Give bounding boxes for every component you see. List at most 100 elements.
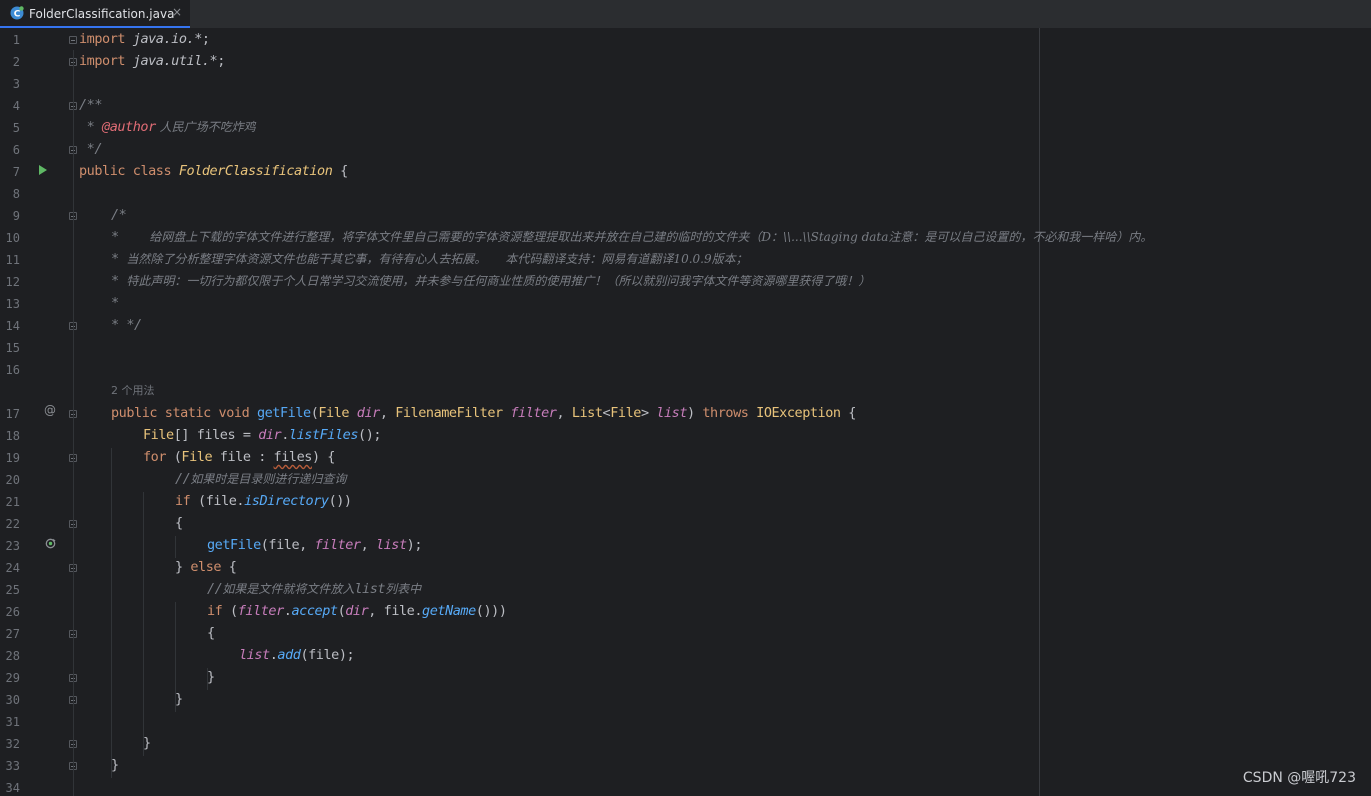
- parameter: dir: [258, 427, 282, 443]
- code-text: (file,: [260, 537, 315, 553]
- code-line-22: {: [175, 515, 183, 531]
- line-number: 6: [12, 143, 20, 157]
- code-editor[interactable]: 1 2 3 4 5 6 7 8 9 10 11 12 13 14 15 16 1…: [0, 28, 1371, 796]
- line-number: 29: [5, 671, 20, 685]
- code-text: file :: [212, 449, 274, 465]
- code-line-32: }: [143, 735, 151, 751]
- code-line-6: */: [79, 141, 103, 157]
- line-number: 13: [5, 297, 20, 311]
- line-number: 18: [5, 429, 20, 443]
- implementation-marker-icon[interactable]: @: [44, 403, 56, 417]
- code-line-29: }: [207, 669, 215, 685]
- csdn-watermark: CSDN @喔吼723: [1242, 770, 1356, 786]
- line-number: 22: [5, 517, 20, 531]
- line-number: 28: [5, 649, 20, 663]
- svg-text:C: C: [14, 10, 21, 20]
- line-number: 33: [5, 759, 20, 773]
- comment-text: 当然除了分析整理字体资源文件也能干其它事，有待有心人去拓展。 本代码翻译支持：网…: [126, 252, 748, 266]
- code-line-21: if (file.isDirectory()): [175, 490, 352, 512]
- run-icon[interactable]: [39, 165, 47, 175]
- indent-guide: [73, 50, 74, 796]
- type-name: File: [181, 449, 213, 465]
- code-line-28: list.add(file);: [239, 644, 355, 666]
- code-line-19: for (File file : files) {: [143, 446, 335, 468]
- comment-text: 如果是文件就将文件放入: [222, 582, 355, 596]
- usage-hint[interactable]: 2 个用法: [111, 380, 155, 402]
- code-line-30: }: [175, 691, 183, 707]
- keyword: static: [164, 405, 212, 421]
- code-line-12: * 特此声明：一切行为都仅限于个人日常学习交流使用，并未参与任何商业性质的使用推…: [111, 270, 870, 292]
- comment-star: *: [111, 229, 150, 245]
- editor-tab-bar: C FolderClassification.java ×: [0, 0, 1371, 28]
- code-text: (file);: [300, 647, 355, 663]
- line-number: 8: [12, 187, 20, 201]
- semicolon: ;: [201, 31, 210, 47]
- line-number: 20: [5, 473, 20, 487]
- code-line-23: getFile(file, filter, list);: [207, 534, 422, 556]
- line-number: 15: [5, 341, 20, 355]
- method-call: isDirectory: [244, 493, 329, 509]
- parameter: dir: [356, 405, 380, 421]
- line-number: 31: [5, 715, 20, 729]
- line-number: 30: [5, 693, 20, 707]
- parameter: list: [656, 405, 688, 421]
- code-line-7: public class FolderClassification {: [79, 160, 348, 182]
- keyword: throws: [702, 405, 749, 421]
- warning-highlight[interactable]: files: [274, 449, 313, 465]
- code-text: (: [222, 603, 238, 619]
- line-number: 14: [5, 319, 20, 333]
- code-text: (: [166, 449, 182, 465]
- code-text: }: [175, 559, 191, 575]
- parameter: filter: [314, 537, 362, 553]
- line-number: 19: [5, 451, 20, 465]
- comment-text: 如果时是目录则进行递归查询: [190, 472, 347, 486]
- type-name: FilenameFilter: [395, 405, 503, 421]
- code-line-2: import java.util.*;: [79, 50, 225, 72]
- line-number: 26: [5, 605, 20, 619]
- code-line-11: * 当然除了分析整理字体资源文件也能干其它事，有待有心人去拓展。 本代码翻译支持…: [111, 248, 748, 270]
- right-margin-guide: [1039, 28, 1040, 796]
- code-text: {: [221, 559, 237, 575]
- keyword: if: [175, 493, 191, 509]
- code-line-10: * 给网盘上下载的字体文件进行整理，将字体文件里自己需要的字体资源整理提取出来并…: [111, 226, 1152, 248]
- line-number: 7: [12, 165, 20, 179]
- package-name: java.io.: [132, 31, 195, 47]
- line-number: 17: [5, 407, 20, 421]
- close-icon[interactable]: ×: [172, 5, 182, 19]
- tab-folderclassification-java[interactable]: C FolderClassification.java ×: [0, 0, 190, 28]
- code-text: );: [406, 537, 423, 553]
- code-text: ) {: [311, 449, 335, 465]
- method-call: accept: [291, 603, 338, 619]
- code-text: [] files =: [173, 427, 259, 443]
- fold-marker[interactable]: [69, 36, 77, 44]
- line-number: 27: [5, 627, 20, 641]
- indent-guide: [175, 536, 176, 558]
- class-name: FolderClassification: [178, 163, 333, 179]
- comment-slashes: //: [175, 471, 191, 487]
- keyword: void: [218, 405, 250, 421]
- semicolon: ;: [217, 53, 225, 69]
- code-text: .: [281, 427, 289, 443]
- javadoc-tag: @author: [102, 119, 156, 135]
- indent-guide: [143, 492, 144, 756]
- indent-guide: [111, 448, 112, 778]
- line-number: 23: [5, 539, 20, 553]
- recursion-icon[interactable]: [45, 538, 56, 549]
- keyword: if: [207, 603, 223, 619]
- code-line-25: //如果是文件就将文件放入list列表中: [207, 578, 421, 600]
- tab-label: FolderClassification.java: [29, 7, 175, 21]
- line-number: 5: [12, 121, 20, 135]
- author-name: 人民广场不吃炸鸡: [155, 120, 256, 134]
- line-number: 1: [12, 33, 20, 47]
- method-call: add: [277, 647, 301, 663]
- package-name: java.util.: [132, 53, 210, 69]
- method-call: getFile: [207, 537, 261, 553]
- line-number: 11: [5, 253, 20, 267]
- parameter: list: [375, 537, 407, 553]
- code-line-17: public static void getFile(File dir, Fil…: [111, 405, 856, 421]
- code-line-20: //如果时是目录则进行递归查询: [175, 468, 346, 490]
- line-number: 34: [5, 781, 20, 795]
- keyword: class: [132, 163, 172, 179]
- code-text: ,: [360, 537, 376, 553]
- line-number: 10: [5, 231, 20, 245]
